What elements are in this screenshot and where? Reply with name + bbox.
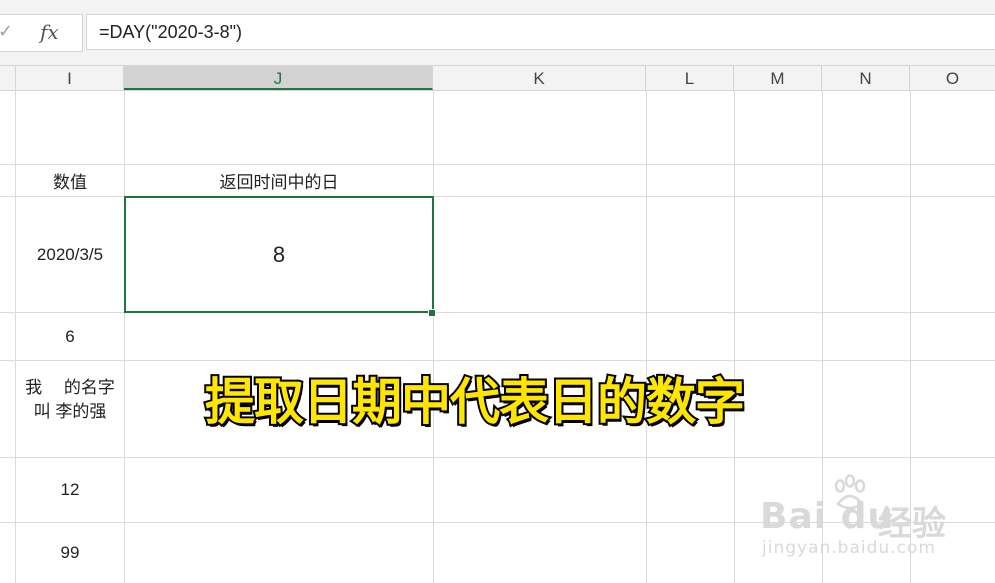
cell-i-header[interactable]: 数值 bbox=[16, 165, 124, 196]
cell-i-text[interactable]: 我 的名字 叫 李的强 bbox=[16, 376, 124, 458]
cell-text-line-1: 我 的名字 bbox=[25, 378, 115, 397]
watermark-logo: Bai du bbox=[760, 496, 895, 537]
spreadsheet-window: ✓ fx =DAY("2020-3-8") I J K L M N O 数值 返… bbox=[0, 0, 995, 583]
column-header-o[interactable]: O bbox=[910, 66, 995, 90]
grid-line bbox=[0, 360, 995, 361]
cell-text-line-2: 叫 李的强 bbox=[33, 402, 107, 421]
overlay-caption: 提取日期中代表日的数字 bbox=[203, 371, 747, 433]
formula-buttons: ✓ fx bbox=[0, 14, 83, 52]
cell-i-date[interactable]: 2020/3/5 bbox=[16, 197, 124, 312]
column-header-row: I J K L M N O bbox=[0, 66, 995, 91]
column-header-k[interactable]: K bbox=[433, 66, 646, 90]
formula-input[interactable]: =DAY("2020-3-8") bbox=[86, 14, 995, 50]
insert-function-icon[interactable]: fx bbox=[40, 20, 59, 44]
column-header-partial[interactable] bbox=[0, 66, 16, 90]
column-header-j[interactable]: J bbox=[124, 66, 433, 90]
column-header-n[interactable]: N bbox=[822, 66, 910, 90]
cell-j-header[interactable]: 返回时间中的日 bbox=[125, 165, 433, 196]
column-header-m[interactable]: M bbox=[734, 66, 822, 90]
watermark-url: jingyan.baidu.com bbox=[762, 538, 936, 558]
column-header-l[interactable]: L bbox=[646, 66, 734, 90]
baidu-jingyan-watermark: Bai du 经验 jingyan.baidu.com bbox=[760, 474, 992, 574]
column-header-i[interactable]: I bbox=[16, 66, 124, 90]
formula-bar: ✓ fx =DAY("2020-3-8") bbox=[0, 0, 995, 66]
cell-i-six[interactable]: 6 bbox=[16, 313, 124, 360]
confirm-check-icon[interactable]: ✓ bbox=[0, 21, 13, 42]
fill-handle[interactable] bbox=[428, 309, 436, 317]
active-cell-j-result[interactable]: 8 bbox=[124, 196, 434, 313]
cell-i-ninety-nine[interactable]: 99 bbox=[16, 523, 124, 583]
grid-line bbox=[0, 457, 995, 458]
cell-i-twelve[interactable]: 12 bbox=[16, 458, 124, 522]
